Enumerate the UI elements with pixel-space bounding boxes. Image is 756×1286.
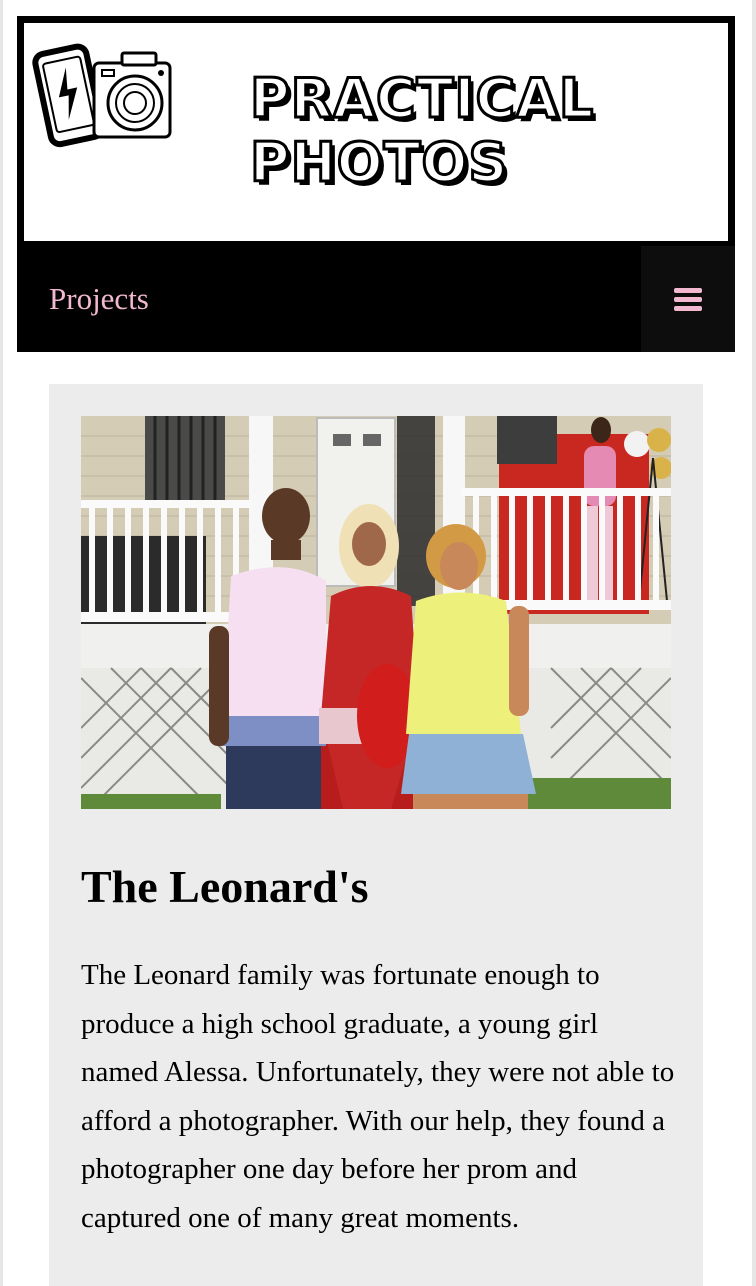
site-header: PRACTICAL PHOTOS <box>17 16 735 246</box>
site-title[interactable]: PRACTICAL PHOTOS <box>248 66 595 196</box>
phone-camera-logo-icon[interactable] <box>30 37 180 152</box>
project-description: The Leonard family was fortunate enough … <box>81 959 675 1234</box>
site-title-line-1: PRACTICAL <box>248 66 595 132</box>
project-card: The Leonard's The Leonard family was for… <box>49 384 703 1286</box>
nav-link-projects[interactable]: Projects <box>49 281 149 317</box>
site-title-line-2: PHOTOS <box>248 130 509 196</box>
nav-bar: Projects <box>17 246 735 352</box>
header-banner: PRACTICAL PHOTOS <box>24 23 728 241</box>
page-edge-left <box>0 0 3 1286</box>
photo-illustration <box>81 416 671 809</box>
family-portrait-photo <box>81 416 671 809</box>
project-title: The Leonard's <box>81 861 369 912</box>
menu-button[interactable] <box>641 246 735 352</box>
page-edge-right <box>752 0 756 1286</box>
